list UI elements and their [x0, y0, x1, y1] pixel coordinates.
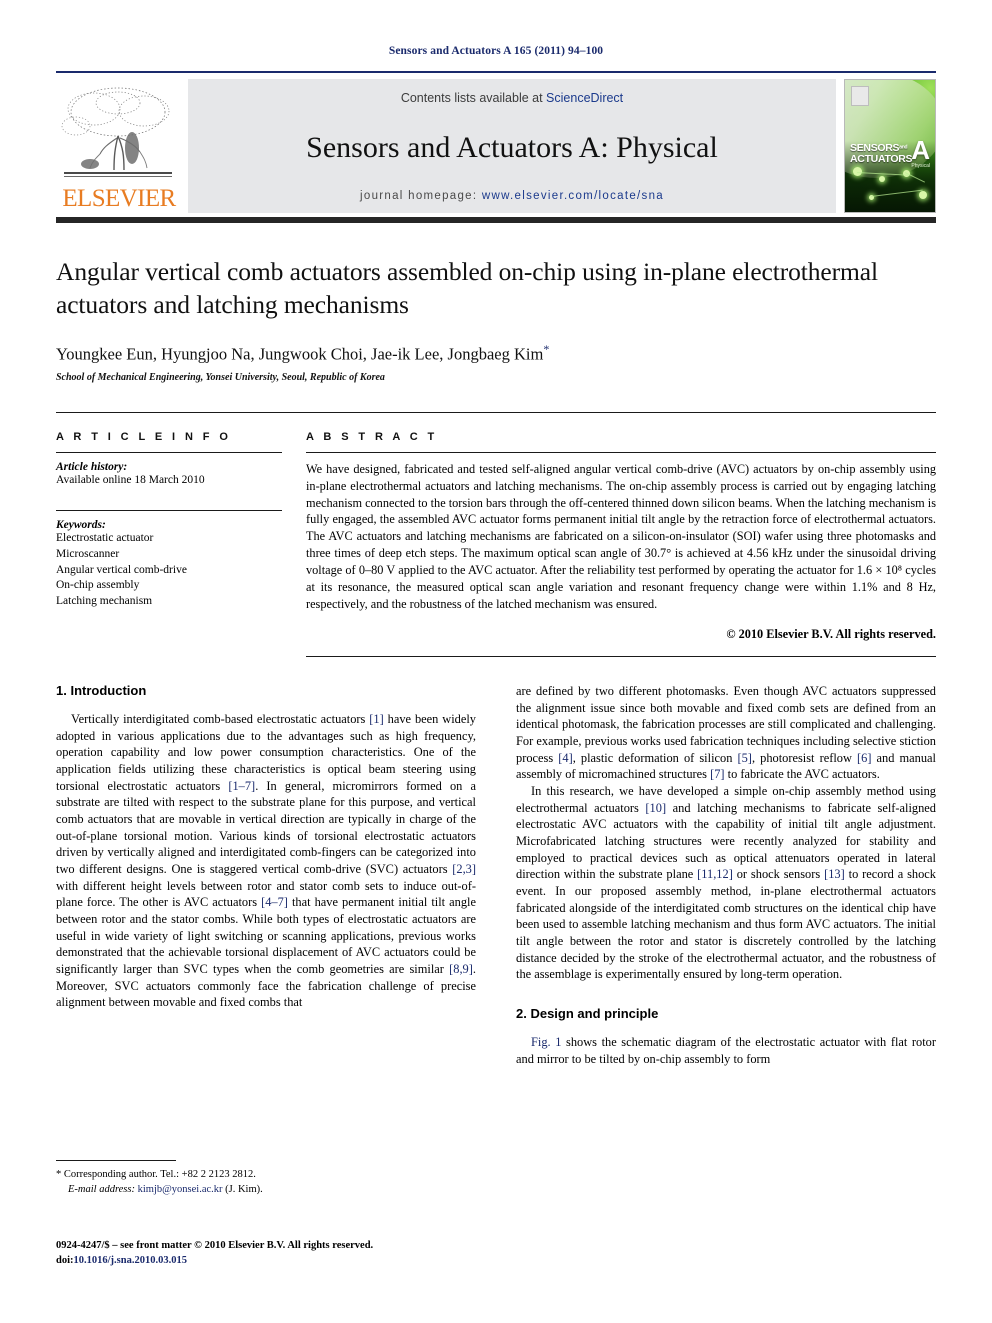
doi-label: doi: — [56, 1255, 74, 1267]
abstract-heading: A B S T R A C T — [306, 430, 438, 443]
front-matter-line: 0924-4247/$ – see front matter © 2010 El… — [56, 1240, 374, 1251]
email-label: E-mail address: — [68, 1183, 135, 1195]
elsevier-tree-icon — [60, 82, 178, 186]
text-run: or shock sensors — [732, 867, 825, 882]
footnote-block: * Corresponding author. Tel.: +82 2 2123… — [56, 1160, 476, 1197]
paragraph: In this research, we have developed a si… — [516, 783, 936, 983]
journal-cover-thumbnail: SENSORSand ACTUATORS A Physical — [844, 79, 936, 213]
journal-title: Sensors and Actuators A: Physical — [306, 130, 718, 164]
paragraph: are defined by two different photomasks.… — [516, 683, 936, 783]
article-history-value: Available online 18 March 2010 — [56, 473, 205, 486]
running-head: Sensors and Actuators A 165 (2011) 94–10… — [388, 45, 604, 57]
abstract-copyright: © 2010 Elsevier B.V. All rights reserved… — [726, 626, 936, 641]
email-owner: (J. Kim). — [225, 1183, 263, 1195]
divider — [306, 451, 936, 453]
cover-title-text: SENSORSand ACTUATORS — [850, 143, 913, 166]
body-columns: 1. Introduction Vertically interdigitate… — [56, 683, 936, 1067]
divider — [56, 451, 282, 453]
footnote-rule — [56, 1160, 176, 1161]
keyword-item: Electrostatic actuator — [56, 532, 154, 545]
citation-ref[interactable]: [1] — [369, 712, 383, 726]
divider — [306, 655, 936, 657]
corresponding-author-marker: * — [543, 342, 550, 357]
elsevier-wordmark: ELSEVIER — [62, 185, 176, 212]
text-run: Vertically interdigitated comb-based ele… — [71, 711, 370, 726]
article-info-heading: A R T I C L E I N F O — [56, 430, 232, 443]
text-run: to fabricate the AVC actuators. — [724, 767, 880, 782]
section-heading-design: 2. Design and principle — [516, 1006, 659, 1021]
divider — [56, 510, 282, 512]
info-abstract-region: A R T I C L E I N F O Article history: A… — [56, 411, 936, 657]
email-note: E-mail address: kimjb@yonsei.ac.kr (J. K… — [56, 1183, 476, 1198]
abstract-column: A B S T R A C T We have designed, fabric… — [306, 431, 936, 657]
title-block: Angular vertical comb actuators assemble… — [56, 223, 936, 383]
text-run: , plastic deformation of silicon — [572, 750, 738, 765]
corresponding-author-note: * Corresponding author. Tel.: +82 2 2123… — [56, 1169, 256, 1180]
citation-ref[interactable]: [4–7] — [261, 895, 288, 909]
author-list: Youngkee Eun, Hyungjoo Na, Jungwook Choi… — [56, 342, 936, 365]
cover-line2: ACTUATORS — [850, 153, 913, 166]
journal-homepage-link[interactable]: www.elsevier.com/locate/sna — [482, 190, 664, 202]
affiliation: School of Mechanical Engineering, Yonsei… — [56, 371, 385, 383]
article-history-label: Article history: — [56, 460, 128, 473]
figure-ref[interactable]: Fig. 1 — [531, 1035, 561, 1049]
cover-letter-a: A — [911, 135, 930, 166]
citation-ref[interactable]: [13] — [824, 867, 845, 881]
paper-page: Sensors and Actuators A 165 (2011) 94–10… — [0, 0, 992, 1323]
sciencedirect-link[interactable]: ScienceDirect — [546, 91, 623, 105]
journal-homepage-line: journal homepage: www.elsevier.com/locat… — [360, 190, 664, 202]
abstract-text: We have designed, fabricated and tested … — [306, 461, 936, 611]
citation-ref[interactable]: [2,3] — [452, 862, 476, 876]
doi-line: doi:10.1016/j.sna.2010.03.015 — [56, 1253, 486, 1268]
keyword-item: On-chip assembly — [56, 579, 140, 592]
keyword-item: Latching mechanism — [56, 594, 153, 607]
citation-ref[interactable]: [5] — [737, 751, 751, 765]
citation-ref[interactable]: [10] — [645, 801, 666, 815]
email-link[interactable]: kimjb@yonsei.ac.kr — [138, 1184, 223, 1195]
cover-node-icon — [919, 190, 927, 199]
cover-and: and — [899, 145, 908, 152]
keyword-item: Microscanner — [56, 547, 120, 560]
article-info-column: A R T I C L E I N F O Article history: A… — [56, 431, 282, 657]
homepage-prefix: journal homepage: — [360, 190, 482, 202]
citation-ref[interactable]: [6] — [857, 751, 871, 765]
contents-prefix: Contents lists available at — [400, 91, 547, 105]
citation-ref[interactable]: [11,12] — [697, 867, 733, 881]
cover-subtitle: Physical — [911, 163, 930, 170]
keywords-label: Keywords: — [56, 519, 106, 532]
body-left-column: 1. Introduction Vertically interdigitate… — [56, 683, 476, 1067]
text-run: , photoresist reflow — [751, 750, 858, 765]
front-matter-block: 0924-4247/$ – see front matter © 2010 El… — [56, 1238, 486, 1268]
section-heading-introduction: 1. Introduction — [56, 682, 147, 698]
citation-ref[interactable]: [4] — [558, 751, 572, 765]
contents-available-line: Contents lists available at ScienceDirec… — [401, 91, 623, 105]
citation-ref[interactable]: [8,9] — [449, 962, 473, 976]
doi-link[interactable]: 10.1016/j.sna.2010.03.015 — [74, 1255, 187, 1266]
text-run: shows the schematic diagram of the elect… — [516, 1035, 937, 1066]
paragraph: Vertically interdigitated comb-based ele… — [56, 711, 476, 1011]
page-title: Angular vertical comb actuators assemble… — [56, 257, 878, 319]
journal-panel: Contents lists available at ScienceDirec… — [188, 79, 836, 213]
text-run: to record a shock event. In our proposed… — [516, 867, 936, 982]
cover-elsevier-mark — [851, 86, 869, 106]
author-names: Youngkee Eun, Hyungjoo Na, Jungwook Choi… — [56, 344, 544, 364]
citation-ref[interactable]: [1–7] — [228, 779, 255, 793]
elsevier-logo: ELSEVIER — [56, 79, 182, 213]
keyword-item: Angular vertical comb-drive — [56, 563, 187, 576]
text-run: . In general, micromirrors formed on a s… — [56, 778, 477, 876]
citation-ref[interactable]: [7] — [710, 767, 724, 781]
paragraph: Fig. 1 shows the schematic diagram of th… — [516, 1034, 936, 1067]
journal-masthead: ELSEVIER Contents lists available at Sci… — [56, 71, 936, 213]
keywords-list: Electrostatic actuator Microscanner Angu… — [56, 531, 282, 609]
body-right-column: are defined by two different photomasks.… — [516, 683, 936, 1067]
